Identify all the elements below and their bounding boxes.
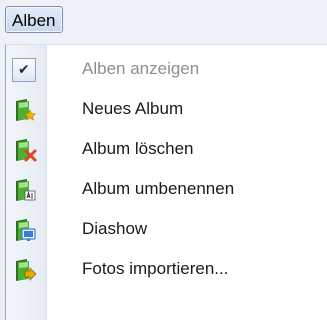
menu-item-neues-album[interactable]: Neues Album: [6, 89, 327, 129]
menubar: Alben: [0, 0, 327, 44]
menu-item-album-loeschen[interactable]: Album löschen: [6, 129, 327, 169]
import-photos-icon: [13, 258, 37, 282]
menu-item-alben-anzeigen[interactable]: ✔ Alben anzeigen: [6, 49, 327, 89]
checkmark-icon: ✔: [18, 62, 30, 78]
app-window: Alben ✔ Alben anzeigen Neues Album Album…: [0, 0, 327, 320]
menu-item-label: Diashow: [82, 219, 148, 238]
new-album-icon: [13, 98, 37, 122]
checkbox-alben-anzeigen[interactable]: ✔: [12, 58, 36, 82]
menu-item-fotos-importieren[interactable]: Fotos importieren...: [6, 249, 327, 289]
menu-item-label: Album umbenennen: [82, 179, 235, 198]
alben-dropdown-menu: ✔ Alben anzeigen Neues Album Album lösch…: [5, 44, 327, 320]
menu-item-label: Alben anzeigen: [82, 59, 200, 78]
menu-item-label: Fotos importieren...: [82, 259, 229, 278]
slideshow-icon: [13, 218, 37, 242]
menu-item-album-umbenennen[interactable]: Album umbenennen: [6, 169, 327, 209]
menu-item-label: Album löschen: [82, 139, 194, 158]
menu-item-diashow[interactable]: Diashow: [6, 209, 327, 249]
alben-menu-button[interactable]: Alben: [5, 6, 64, 33]
delete-album-icon: [13, 138, 37, 162]
menu-item-label: Neues Album: [82, 99, 184, 118]
rename-album-icon: [13, 178, 37, 202]
